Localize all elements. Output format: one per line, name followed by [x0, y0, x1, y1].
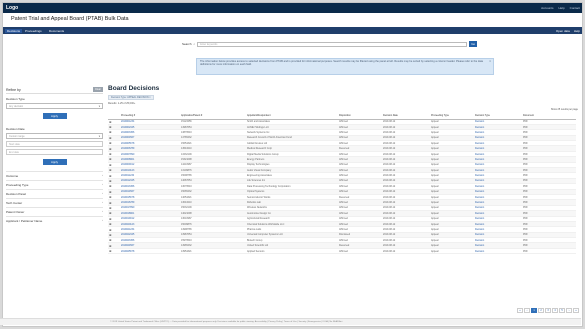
top-links: Accounts Help Contact [541, 6, 580, 10]
clear-filters-button[interactable]: Clear [93, 87, 103, 92]
table-cell: 13954321 [180, 248, 246, 255]
table-cell: Applied Sensors [246, 248, 338, 255]
filter-outcome-label: Outcome [6, 174, 19, 178]
active-filter-chip[interactable]: Decision Type: APPEAL DECISION × [108, 95, 154, 100]
footer: © 2019 United States Patent and Trademar… [0, 318, 581, 325]
page-button[interactable]: 3 [545, 308, 551, 313]
chevron-right-icon: › [102, 200, 103, 204]
filter-tech-center-label: Tech Center [6, 201, 23, 205]
top-link-help[interactable]: Help [558, 6, 564, 10]
decision-type-link[interactable]: Decision [474, 248, 522, 255]
page-title: Board Decisions [108, 85, 160, 92]
search-input[interactable]: Enter keywords [197, 41, 468, 47]
page-button[interactable]: 2 [538, 308, 544, 313]
proceeding-number-link[interactable]: 2019025678 [120, 248, 180, 255]
decision-type-label: Decision Type [6, 97, 25, 101]
nav-help[interactable]: Help [574, 29, 580, 33]
close-icon[interactable]: × [489, 59, 491, 63]
info-text: The information below provides access to… [200, 60, 483, 67]
chevron-right-icon: › [102, 173, 103, 177]
top-link-accounts[interactable]: Accounts [541, 6, 553, 10]
filter-decision-panel-label: Decision Panel [6, 192, 27, 196]
nav-documents[interactable]: Documents [49, 29, 64, 33]
table-row: ⊕ 2019025678 13954321 Applied Sensors Affirm… [108, 248, 576, 255]
date-range-select[interactable]: Custom range ▾ [6, 133, 103, 139]
main-content: Board Decisions Decision Type: APPEAL DE… [108, 85, 578, 111]
result-count: Results: 1-25 of 25,000+ [108, 102, 136, 105]
info-box: The information below provides access to… [196, 58, 494, 75]
decisions-table: Proceeding # Application/Patent # Appellan… [108, 113, 576, 255]
search-row: Search ⌕ Enter keywords Go [182, 41, 478, 47]
filter-outcome[interactable]: Outcome › [6, 171, 103, 178]
filter-proceeding-type[interactable]: Proceeding Type › [6, 180, 103, 187]
main-nav: Decisions Proceedings Documents Open dat… [3, 27, 582, 34]
search-button[interactable]: Go [469, 41, 478, 47]
document-link[interactable]: PDF [522, 248, 576, 255]
filter-applicant-label: Applicant / Petitioner Name [6, 219, 43, 223]
expand-icon[interactable]: ⊕ [108, 248, 120, 255]
date-range-value: Custom range [9, 135, 25, 138]
page-button[interactable]: 5 [559, 308, 565, 313]
apply-decision-type-button[interactable]: Apply [42, 113, 67, 119]
app-title: Patent Trial and Appeal Board (PTAB) Bul… [11, 16, 129, 22]
table-cell: Affirmed [338, 248, 382, 255]
decision-type-select[interactable]: Any decision ▾ [6, 103, 103, 109]
nav-open-data[interactable]: Open data [556, 29, 570, 33]
filter-decision-panel[interactable]: Decision Panel › [6, 189, 103, 196]
site-logo[interactable]: Logo [6, 5, 18, 11]
table-cell: Appeal [430, 248, 474, 255]
filter-proceeding-type-label: Proceeding Type [6, 183, 29, 187]
results-per-page[interactable]: Show 25 results per page [551, 108, 578, 111]
end-date-input[interactable]: End date [6, 149, 103, 155]
chevron-down-icon: ▾ [98, 135, 100, 138]
sidebar-title: Refine by [6, 88, 21, 92]
apply-date-button[interactable]: Apply [42, 159, 67, 165]
search-label: Search [182, 42, 192, 46]
pagination: «‹ 1 2 3 4 5 ›» [517, 308, 579, 313]
nav-decisions[interactable]: Decisions [5, 28, 23, 33]
chevron-right-icon: › [102, 182, 103, 186]
page-button[interactable]: « [517, 308, 523, 313]
nav-proceedings[interactable]: Proceedings [25, 29, 42, 33]
start-date-input[interactable]: Start date [6, 141, 103, 147]
search-icon: ⌕ [193, 42, 196, 46]
page-button[interactable]: » [573, 308, 579, 313]
page-button[interactable]: › [566, 308, 572, 313]
page-button[interactable]: 4 [552, 308, 558, 313]
chevron-right-icon: › [102, 209, 103, 213]
chevron-right-icon: › [102, 191, 103, 195]
date-range-label: Decision Date [6, 127, 25, 131]
nav-right: Open data Help [556, 29, 580, 33]
filter-patent-owner-label: Patent Owner [6, 210, 25, 214]
chevron-right-icon: › [102, 218, 103, 222]
filter-patent-owner[interactable]: Patent Owner › [6, 207, 103, 214]
filter-applicant[interactable]: Applicant / Petitioner Name › [6, 216, 103, 223]
top-link-contact[interactable]: Contact [570, 6, 580, 10]
filter-sidebar: Refine by Clear Decision Type Any decisi… [6, 87, 103, 223]
page-button[interactable]: 1 [531, 308, 537, 313]
sidebar-header: Refine by Clear [6, 87, 103, 94]
page-button[interactable]: ‹ [524, 308, 530, 313]
table-cell: 2019-08-12 [382, 248, 430, 255]
top-bar: Logo Accounts Help Contact [3, 3, 582, 13]
chevron-down-icon: ▾ [98, 105, 100, 108]
filter-tech-center[interactable]: Tech Center › [6, 198, 103, 205]
decision-type-value: Any decision [9, 105, 24, 108]
